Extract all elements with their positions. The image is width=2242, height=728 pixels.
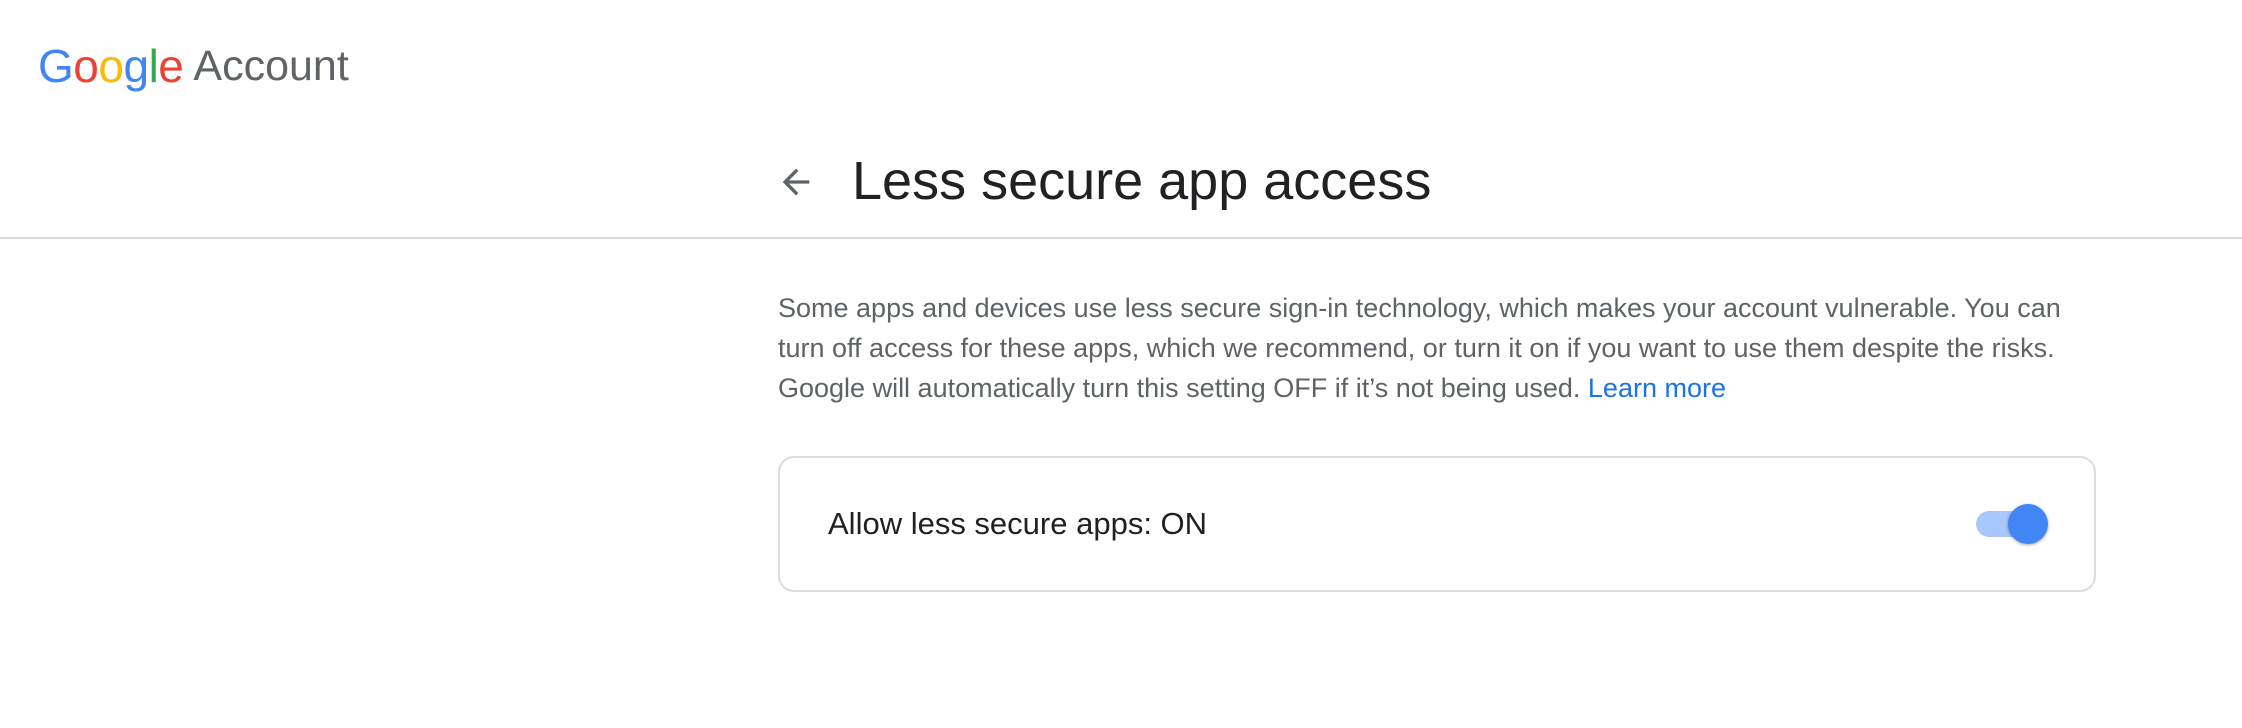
setting-label: Allow less secure apps: ON xyxy=(828,506,1208,541)
google-wordmark: Google xyxy=(38,40,184,92)
description-body: Some apps and devices use less secure si… xyxy=(778,293,2061,403)
logo-letter: l xyxy=(148,40,159,92)
description-text: Some apps and devices use less secure si… xyxy=(778,288,2098,408)
page-title-bar: Less secure app access xyxy=(0,130,2242,238)
logo-letter: g xyxy=(123,40,149,92)
arrow-back-icon xyxy=(776,162,816,207)
app-header: Google Account xyxy=(0,0,2242,130)
logo-letter: G xyxy=(38,40,74,92)
page-title: Less secure app access xyxy=(852,151,1432,211)
learn-more-link[interactable]: Learn more xyxy=(1588,373,1726,403)
product-name: Account xyxy=(193,42,349,90)
logo-letter: o xyxy=(98,40,124,92)
setting-card: Allow less secure apps: ON xyxy=(778,456,2096,592)
logo-letter: e xyxy=(158,40,184,92)
header-divider xyxy=(0,237,2242,239)
back-button[interactable] xyxy=(768,156,824,212)
google-account-logo[interactable]: Google Account xyxy=(38,40,349,92)
logo-letter: o xyxy=(73,40,99,92)
less-secure-apps-toggle[interactable] xyxy=(1974,502,2054,546)
toggle-knob xyxy=(2008,504,2048,544)
